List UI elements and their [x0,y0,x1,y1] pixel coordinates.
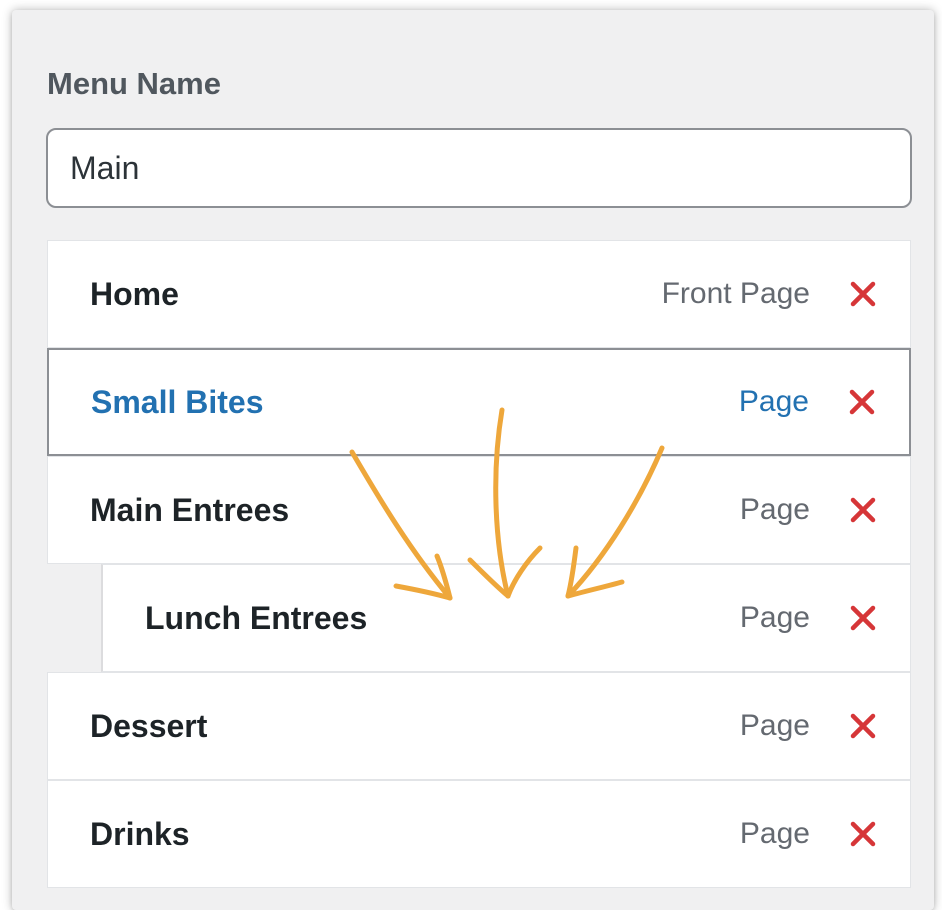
close-icon[interactable] [846,709,880,743]
menu-item-main-entrees[interactable]: Main Entrees Page [47,456,911,564]
close-icon[interactable] [846,493,880,527]
close-icon[interactable] [846,601,880,635]
menu-item-title: Home [90,275,179,312]
menu-item-type: Page [739,709,810,742]
close-icon[interactable] [845,385,879,419]
menu-item-title: Drinks [90,815,190,852]
menu-item-title: Dessert [90,707,208,744]
close-icon[interactable] [846,817,880,851]
menu-item-title: Lunch Entrees [145,599,368,636]
close-icon[interactable] [846,277,880,311]
menu-item-title: Main Entrees [90,491,290,528]
menu-item-title: Small Bites [91,383,264,420]
menu-item-drinks[interactable]: Drinks Page [47,780,911,888]
menu-item-type: Page [738,385,809,418]
menu-item-home[interactable]: Home Front Page [47,240,911,348]
menu-item-type: Page [739,817,810,850]
menu-item-dessert[interactable]: Dessert Page [47,672,911,780]
menu-name-label: Menu Name [47,66,221,101]
menu-item-lunch-entrees[interactable]: Lunch Entrees Page [101,564,911,672]
menu-item-type: Page [739,493,810,526]
menu-item-type: Page [739,601,810,634]
menu-item-type: Front Page [661,277,810,310]
menu-name-input[interactable] [46,128,912,208]
menu-item-small-bites[interactable]: Small Bites Page [47,348,911,456]
